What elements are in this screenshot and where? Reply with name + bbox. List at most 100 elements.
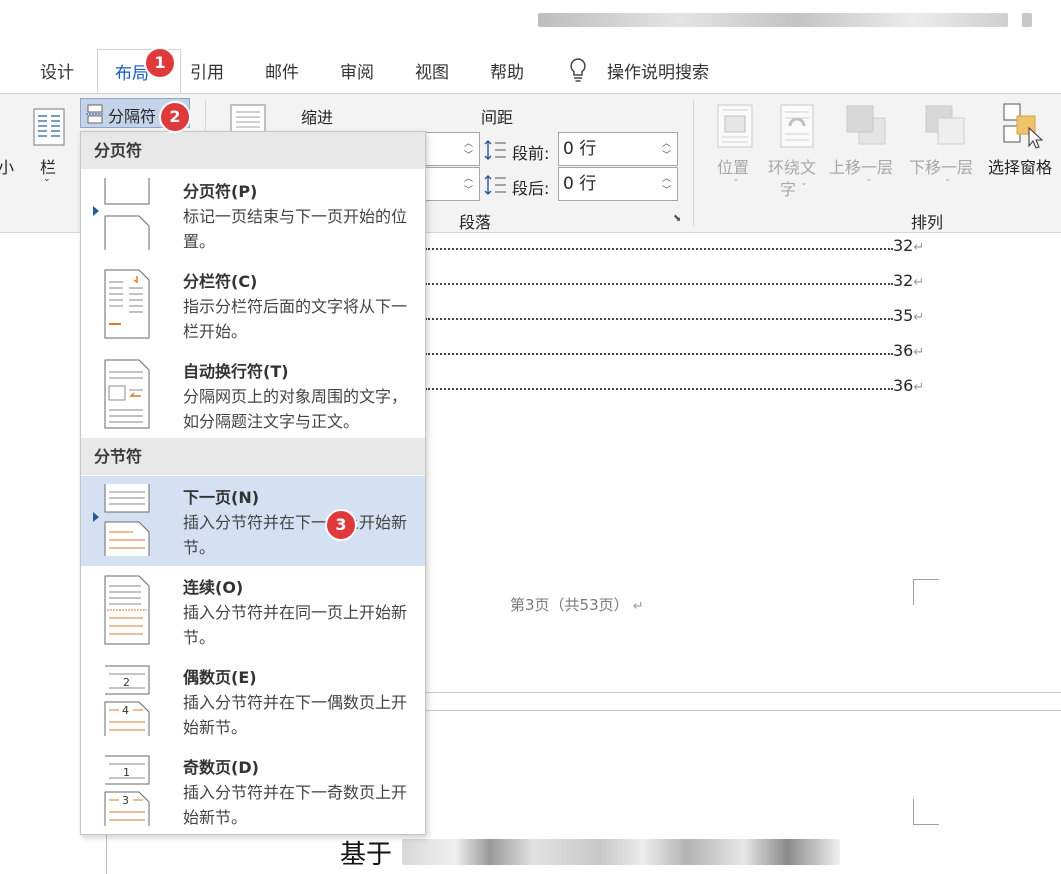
space-after-field[interactable]: 0 行 ︿ ﹀ <box>558 167 678 201</box>
menu-item-page-break[interactable]: 分页符(P) 标记一页结束与下一页开始的位置。 <box>81 170 425 260</box>
step-badge-1: 1 <box>144 47 176 79</box>
space-before-icon <box>484 139 508 165</box>
page-break-icon <box>85 104 105 128</box>
tab-mailings[interactable]: 邮件 <box>265 58 299 83</box>
menu-item-description: 分隔网页上的对象周围的文字，如分隔题注文字与正文。 <box>183 387 408 431</box>
tab-help[interactable]: 帮助 <box>490 58 524 83</box>
bring-forward-button[interactable]: 上移一层 <box>829 154 893 178</box>
menu-item-title: 分栏符(C) <box>183 272 258 291</box>
menu-item-description: 插入分节符并在下一偶数页上开始新节。 <box>183 693 408 737</box>
position-icon <box>717 104 753 152</box>
space-before-value: 0 行 <box>563 139 597 159</box>
title-bar <box>0 0 1061 45</box>
continuous-section-icon <box>103 574 151 646</box>
menu-item-title: 分页符(P) <box>183 182 258 201</box>
chevron-down-icon[interactable]: ﹀ <box>662 186 671 196</box>
chevron-up-icon[interactable]: ︿ <box>662 174 671 184</box>
menu-item-title: 连续(O) <box>183 578 244 597</box>
wrap-text-icon <box>780 104 814 152</box>
menu-item-even-page[interactable]: 24 偶数页(E) 插入分节符并在下一偶数页上开始新节。 <box>81 656 425 746</box>
chevron-down-icon: ⌄ <box>732 174 740 184</box>
section-breaks-header: 分节符 <box>81 438 425 475</box>
even-page-section-icon: 24 <box>103 664 151 736</box>
redacted-heading <box>402 839 840 865</box>
toc-page-number: 36↵ <box>893 341 925 360</box>
indent-label: 缩进 <box>301 108 334 127</box>
tell-me-search[interactable]: 操作说明搜索 <box>607 58 709 83</box>
column-break-icon <box>103 268 151 340</box>
group-divider <box>693 100 694 226</box>
text-wrapping-break-icon <box>103 358 151 430</box>
tab-review[interactable]: 审阅 <box>340 58 374 83</box>
toc-page-number: 32↵ <box>893 271 925 290</box>
spacing-label: 间距 <box>481 108 514 127</box>
default-indicator-icon <box>93 512 99 522</box>
step-badge-2: 2 <box>159 101 191 133</box>
chevron-up-icon[interactable]: ︿ <box>662 139 671 149</box>
lightbulb-icon <box>567 57 589 87</box>
send-backward-button[interactable]: 下移一层 <box>909 154 973 178</box>
tab-references[interactable]: 引用 <box>190 58 224 83</box>
toc-leader <box>425 318 893 320</box>
svg-text:4: 4 <box>122 704 129 717</box>
toc-leader <box>425 353 893 355</box>
space-after-icon <box>484 174 508 200</box>
breaks-dropdown-menu: 分页符 分页符(P) 标记一页结束与下一页开始的位置。 分栏符(C) 指示分栏符… <box>80 131 426 835</box>
space-after-value: 0 行 <box>563 174 597 194</box>
space-before-field[interactable]: 0 行 ︿ ﹀ <box>558 132 678 166</box>
menu-item-title: 下一页(N) <box>183 488 260 507</box>
chevron-down-icon[interactable]: ﹀ <box>662 151 671 161</box>
columns-icon <box>33 108 65 150</box>
toc-leader <box>425 248 893 250</box>
redacted-title <box>538 13 1008 27</box>
send-backward-icon <box>924 104 966 152</box>
menu-item-description: 插入分节符并在下一奇数页上开始新节。 <box>183 783 408 827</box>
menu-item-title: 自动换行符(T) <box>183 362 289 381</box>
chevron-up-icon[interactable]: ︿ <box>464 174 473 184</box>
dialog-launcher-icon[interactable]: ⬊ <box>673 213 681 224</box>
chevron-down-icon[interactable]: ﹀ <box>464 151 473 161</box>
svg-text:2: 2 <box>123 676 130 689</box>
toc-page-number: 35↵ <box>893 306 925 325</box>
wrap-text-button[interactable]: 环绕文 <box>768 154 816 178</box>
arrange-group-label: 排列 <box>911 213 944 232</box>
chevron-up-icon[interactable]: ︿ <box>464 139 473 149</box>
breaks-label: 分隔符 <box>108 107 157 126</box>
wrap-text-button-line2: 字 <box>780 180 797 199</box>
page-footer: 第3页（共53页） ↵ <box>510 596 644 614</box>
next-page-section-icon <box>103 484 151 556</box>
chevron-down-icon: ⌄ <box>865 174 873 184</box>
page-break-icon <box>103 178 151 250</box>
chevron-down-icon: ⌄ <box>43 174 51 184</box>
chevron-down-icon[interactable]: ﹀ <box>464 186 473 196</box>
menu-item-continuous[interactable]: 连续(O) 插入分节符并在同一页上开始新节。 <box>81 566 425 656</box>
menu-item-odd-page[interactable]: 13 奇数页(D) 插入分节符并在下一奇数页上开始新节。 <box>81 746 425 836</box>
menu-item-column-break[interactable]: 分栏符(C) 指示分栏符后面的文字将从下一栏开始。 <box>81 260 425 350</box>
menu-item-title: 奇数页(D) <box>183 758 259 777</box>
chevron-down-icon: ⌄ <box>800 178 808 188</box>
redacted-title-end <box>1022 13 1032 27</box>
chevron-down-icon: ⌄ <box>944 174 952 184</box>
menu-item-description: 插入分节符并在同一页上开始新节。 <box>183 603 408 647</box>
menu-item-description: 标记一页结束与下一页开始的位置。 <box>183 207 408 251</box>
toc-page-number: 32↵ <box>893 236 925 255</box>
paragraph-group-label: 段落 <box>459 213 492 232</box>
tab-design[interactable]: 设计 <box>40 58 74 83</box>
svg-text:1: 1 <box>123 766 130 779</box>
menu-item-title: 偶数页(E) <box>183 668 257 687</box>
margin-corner-mark <box>913 799 939 825</box>
space-before-label: 段前: <box>512 144 550 163</box>
space-after-label: 段后: <box>512 179 550 198</box>
menu-item-text-wrapping-break[interactable]: 自动换行符(T) 分隔网页上的对象周围的文字，如分隔题注文字与正文。 <box>81 350 425 440</box>
svg-text:3: 3 <box>122 794 129 807</box>
odd-page-section-icon: 13 <box>103 754 151 826</box>
tab-view[interactable]: 视图 <box>415 58 449 83</box>
toc-leader <box>425 283 893 285</box>
size-label-partial[interactable]: 小 <box>0 154 14 178</box>
default-indicator-icon <box>93 206 99 216</box>
step-badge-3: 3 <box>325 509 357 541</box>
menu-item-next-page[interactable]: 下一页(N) 插入分节符并在下一页上开始新节。 <box>81 476 425 566</box>
toc-page-number: 36↵ <box>893 376 925 395</box>
selection-pane-button[interactable]: 选择窗格 <box>988 154 1052 178</box>
menu-item-description: 指示分栏符后面的文字将从下一栏开始。 <box>183 297 408 341</box>
